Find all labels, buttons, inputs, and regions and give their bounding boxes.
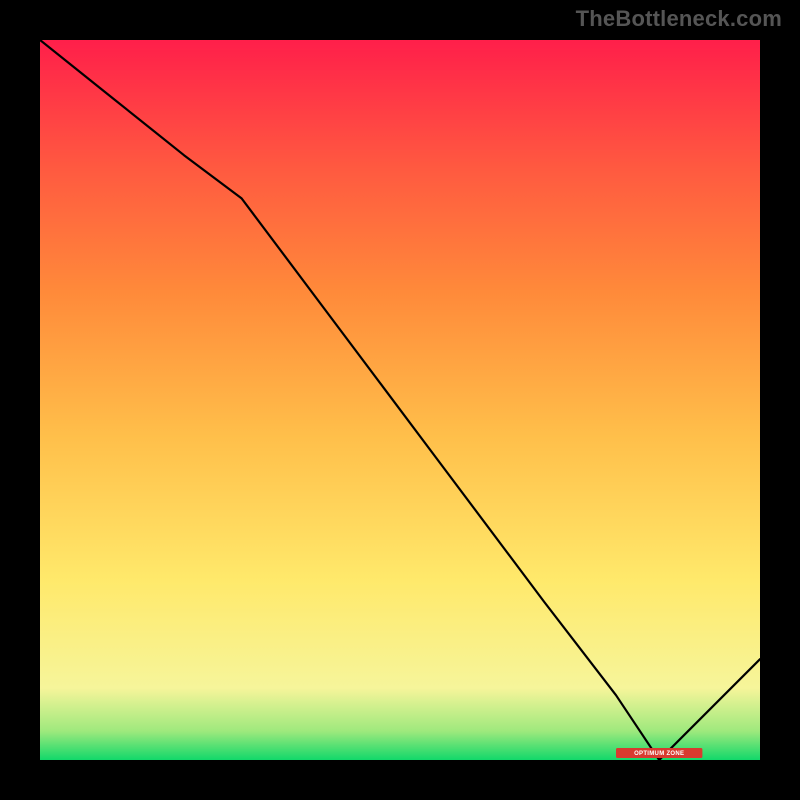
optimal-zone-label: OPTIMUM ZONE bbox=[634, 751, 684, 757]
chart-svg: OPTIMUM ZONE bbox=[40, 40, 760, 760]
chart-root: TheBottleneck.com OPTIMUM ZONE bbox=[0, 0, 800, 800]
optimal-zone-marker: OPTIMUM ZONE bbox=[616, 748, 702, 758]
watermark-text: TheBottleneck.com bbox=[576, 6, 782, 32]
plot-area: OPTIMUM ZONE bbox=[40, 40, 760, 760]
gradient-background bbox=[40, 40, 760, 760]
